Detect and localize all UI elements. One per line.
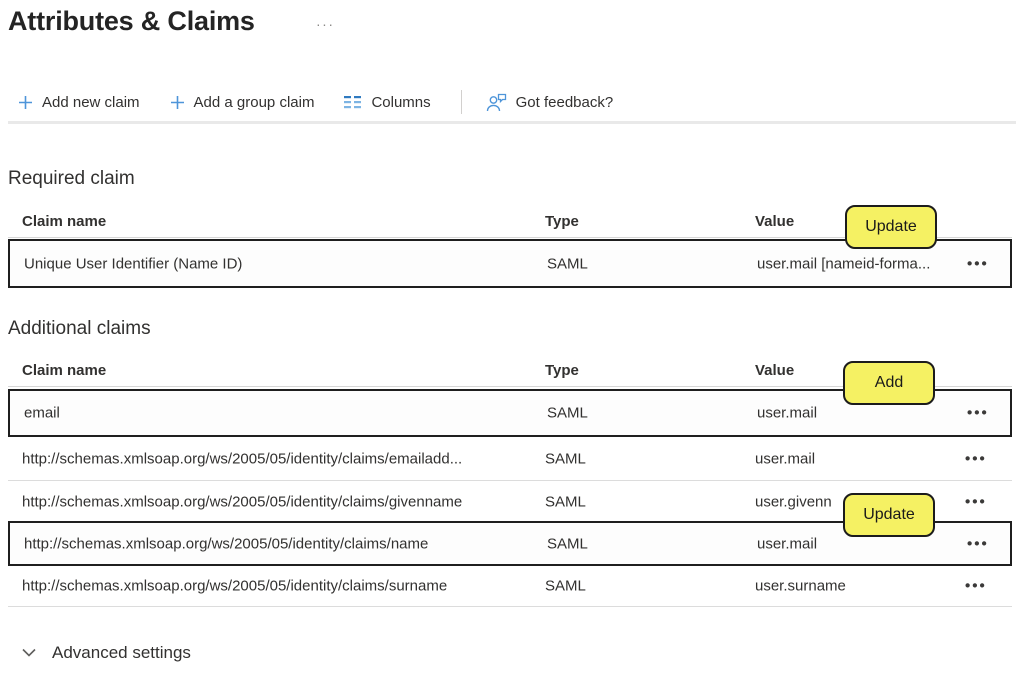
- claim-name-cell: http://schemas.xmlsoap.org/ws/2005/05/id…: [22, 578, 447, 595]
- additional-col-type: Type: [545, 362, 579, 379]
- required-col-claim-name: Claim name: [22, 213, 106, 230]
- claim-name-cell: email: [24, 405, 60, 422]
- add-group-claim-label: Add a group claim: [194, 94, 315, 111]
- claim-type-cell: SAML: [545, 493, 586, 510]
- row-context-menu-icon[interactable]: •••: [965, 578, 987, 595]
- additional-col-value: Value: [755, 362, 794, 379]
- annotation-callout-update-name: Update: [843, 493, 935, 537]
- claim-name-cell: Unique User Identifier (Name ID): [24, 255, 242, 272]
- plus-icon: [170, 95, 185, 110]
- claim-type-cell: SAML: [547, 405, 588, 422]
- toolbar-separator: [8, 121, 1016, 124]
- feedback-person-icon: [486, 93, 507, 112]
- columns-button[interactable]: Columns: [344, 94, 430, 111]
- annotation-callout-add-email: Add: [843, 361, 935, 405]
- add-group-claim-button[interactable]: Add a group claim: [170, 94, 315, 111]
- title-more-menu[interactable]: ···: [316, 16, 335, 32]
- add-new-claim-button[interactable]: Add new claim: [18, 94, 140, 111]
- row-context-menu-icon[interactable]: •••: [965, 493, 987, 510]
- claim-value-cell: user.mail [nameid-forma...: [757, 255, 930, 272]
- table-row-surname[interactable]: http://schemas.xmlsoap.org/ws/2005/05/id…: [8, 566, 1012, 607]
- columns-icon: [344, 96, 362, 109]
- additional-col-claim-name: Claim name: [22, 362, 106, 379]
- row-context-menu-icon[interactable]: •••: [967, 405, 989, 422]
- table-row-emailaddress[interactable]: http://schemas.xmlsoap.org/ws/2005/05/id…: [8, 437, 1012, 481]
- claim-name-cell: http://schemas.xmlsoap.org/ws/2005/05/id…: [22, 493, 462, 510]
- required-col-value: Value: [755, 213, 794, 230]
- required-col-type: Type: [545, 213, 579, 230]
- advanced-settings-label: Advanced settings: [52, 643, 191, 663]
- claim-type-cell: SAML: [547, 535, 588, 552]
- claim-value-cell: user.mail: [757, 535, 817, 552]
- claim-type-cell: SAML: [545, 578, 586, 595]
- claim-value-cell: user.mail: [757, 405, 817, 422]
- claim-value-cell: user.surname: [755, 578, 846, 595]
- claim-type-cell: SAML: [547, 255, 588, 272]
- claim-value-cell: user.givenn: [755, 493, 832, 510]
- claim-name-cell: http://schemas.xmlsoap.org/ws/2005/05/id…: [24, 535, 428, 552]
- row-context-menu-icon[interactable]: •••: [965, 450, 987, 467]
- chevron-down-icon: [22, 644, 36, 662]
- claim-type-cell: SAML: [545, 450, 586, 467]
- claim-name-cell: http://schemas.xmlsoap.org/ws/2005/05/id…: [22, 450, 462, 467]
- claim-value-cell: user.mail: [755, 450, 815, 467]
- columns-label: Columns: [371, 94, 430, 111]
- page-title: Attributes & Claims: [8, 6, 255, 37]
- plus-icon: [18, 95, 33, 110]
- additional-claims-heading: Additional claims: [8, 318, 151, 340]
- got-feedback-button[interactable]: Got feedback?: [486, 93, 614, 112]
- attributes-claims-page: Attributes & Claims ··· Add new claim Ad…: [0, 0, 1024, 673]
- got-feedback-label: Got feedback?: [516, 94, 614, 111]
- toolbar-divider: [461, 90, 462, 114]
- command-bar: Add new claim Add a group claim Columns: [18, 86, 643, 118]
- row-context-menu-icon[interactable]: •••: [967, 255, 989, 272]
- add-new-claim-label: Add new claim: [42, 94, 140, 111]
- required-claim-heading: Required claim: [8, 168, 135, 190]
- advanced-settings-toggle[interactable]: Advanced settings: [22, 643, 191, 663]
- annotation-callout-update-required: Update: [845, 205, 937, 249]
- row-context-menu-icon[interactable]: •••: [967, 535, 989, 552]
